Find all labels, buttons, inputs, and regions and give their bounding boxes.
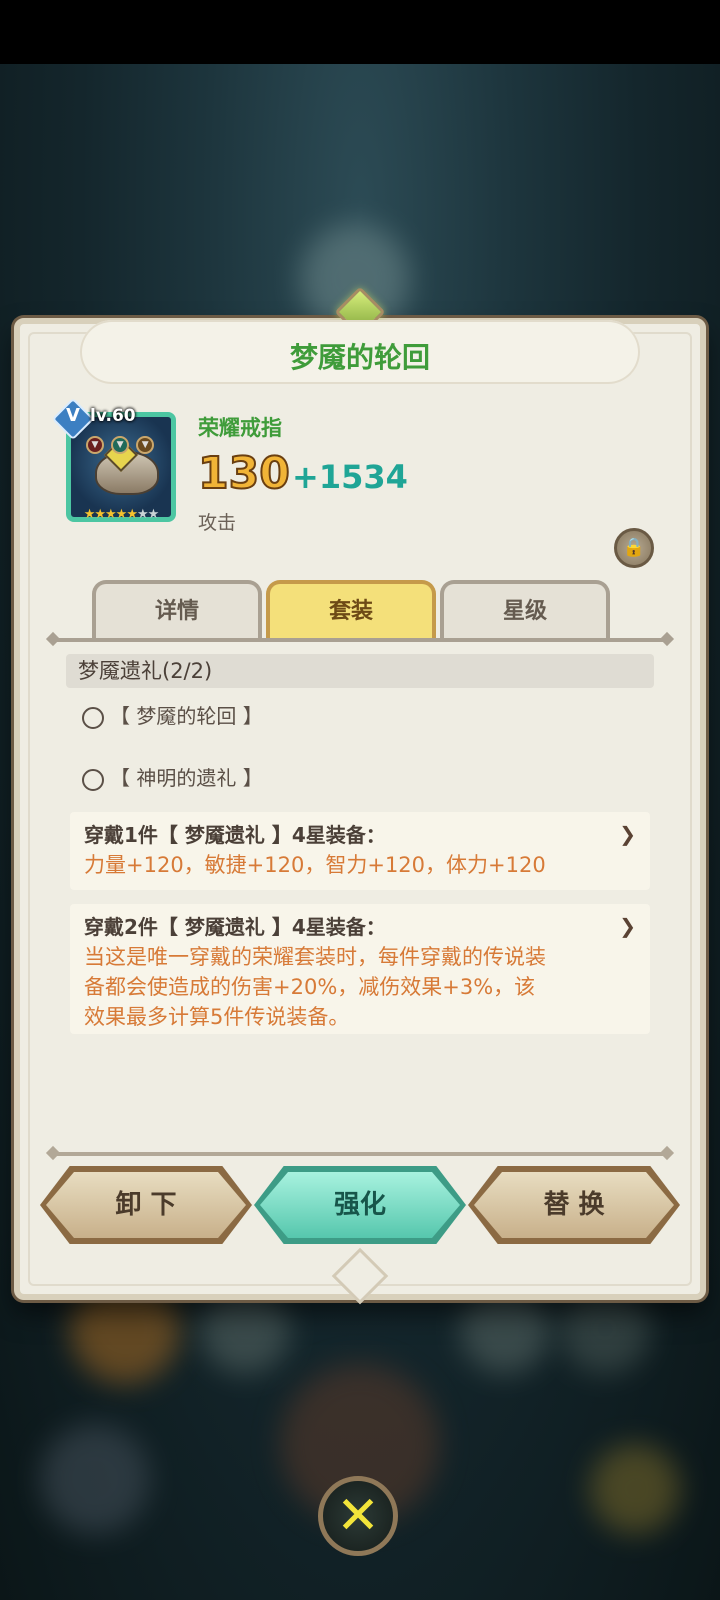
item-stars: ★★★★★★★ (66, 506, 176, 524)
set-bonus-2: 穿戴2件【 梦魇遗礼 】4星装备： 当这是唯一穿戴的荣耀套装时，每件穿戴的传说装… (70, 904, 650, 1034)
stat-label: 攻击 (198, 512, 237, 534)
set-bonus-1: 穿戴1件【 梦魇遗礼 】4星装备： 力量+120，敏捷+120，智力+120，体… (70, 812, 650, 890)
bonus-desc-line: 当这是唯一穿戴的荣耀套装时，每件穿戴的传说装 (84, 945, 546, 969)
set-piece-label: 【 神明的遗礼 】 (110, 766, 263, 790)
vip-badge-label: V (66, 405, 80, 426)
stat-base-value: 130 (197, 447, 291, 500)
status-bar (0, 0, 720, 64)
star-icon: ★ (94, 507, 106, 522)
bottom-divider (54, 1152, 666, 1156)
set-piece-label: 【 梦魇的轮回 】 (110, 704, 263, 728)
chevron-right-icon: ❯ (619, 914, 636, 938)
set-header: 梦魇遗礼(2/2) (66, 654, 654, 688)
star-icon: ★ (115, 507, 128, 522)
set-piece-amulet[interactable]: 【 神明的遗礼 】 (82, 762, 263, 791)
chevron-right-icon: ❯ (619, 822, 636, 846)
ring-icon (82, 706, 104, 729)
star-icon: ★ (126, 507, 138, 522)
bonus-desc-line: 效果最多计算5件传说装备。 (84, 1005, 350, 1029)
star-icon: ★ (136, 507, 149, 522)
rune-slots: ▼ ▼ ▼ (86, 432, 156, 454)
tab-details[interactable]: 详情 (92, 580, 262, 640)
bonus-title: 穿戴2件【 梦魇遗礼 】4星装备： (84, 915, 386, 939)
star-icon: ★ (147, 507, 160, 522)
stat-bonus-value: +1534 (292, 458, 408, 496)
set-piece-ring[interactable]: 【 梦魇的轮回 】 (82, 700, 263, 729)
close-icon: ✕ (336, 1486, 380, 1546)
bonus-desc-line: 备都会使造成的伤害+20%，减伤效果+3%，该 (84, 975, 536, 999)
close-button[interactable]: ✕ (318, 1476, 398, 1556)
rune-slot-icon: ▼ (86, 436, 104, 454)
bonus-desc-line: 力量+120，敏捷+120，智力+120，体力+120 (84, 853, 546, 877)
item-name: 荣耀戒指 (198, 416, 282, 440)
tab-divider (54, 638, 666, 642)
amulet-icon (82, 768, 104, 791)
unequip-button[interactable]: 卸 下 (46, 1172, 246, 1238)
star-icon: ★ (105, 507, 117, 522)
tab-set[interactable]: 套装 (266, 580, 436, 640)
replace-button[interactable]: 替 换 (474, 1172, 674, 1238)
rune-slot-icon: ▼ (111, 436, 130, 454)
enhance-button[interactable]: 强化 (260, 1172, 460, 1238)
dialog-title: 梦魇的轮回 (289, 341, 430, 374)
tab-stars[interactable]: 星级 (440, 580, 610, 640)
star-icon: ★ (83, 507, 96, 522)
lock-icon[interactable]: 🔒 (614, 528, 654, 568)
item-level: lv.60 (90, 406, 136, 426)
rune-slot-icon: ▼ (136, 436, 155, 454)
bonus-title: 穿戴1件【 梦魇遗礼 】4星装备： (84, 823, 386, 847)
